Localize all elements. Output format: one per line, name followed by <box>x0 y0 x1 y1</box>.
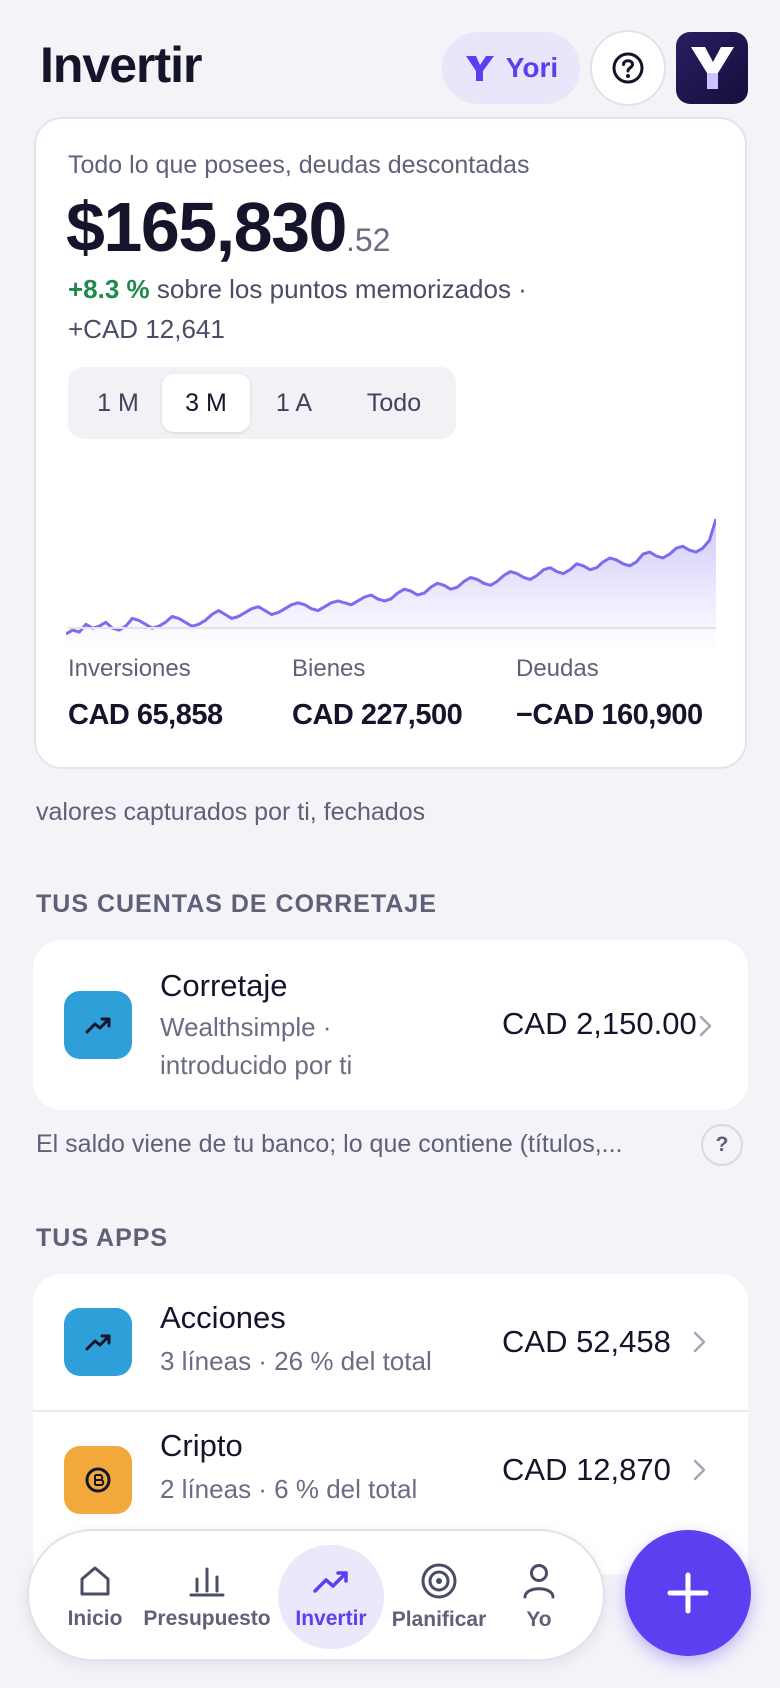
net-worth-amount: $165,830.52 <box>66 187 390 267</box>
net-worth-amount-cents: .52 <box>345 222 391 258</box>
tab-label: Inicio <box>67 1607 123 1630</box>
tab-planificar[interactable]: Planificar <box>387 1545 491 1649</box>
row-subtitle-line1: Wealthsimple · <box>160 1012 332 1042</box>
chart-baseline <box>68 627 716 629</box>
page-title: Invertir <box>40 37 203 93</box>
trending-up-icon <box>313 1571 348 1593</box>
explainer-help-button[interactable]: ? <box>701 1124 743 1166</box>
target-icon <box>421 1563 457 1599</box>
yori-label: Yori <box>505 52 559 83</box>
change-absolute: +CAD 12,641 <box>68 314 225 344</box>
stat-value: −CAD 160,900 <box>516 699 703 731</box>
tab-yo[interactable]: Yo <box>499 1545 579 1649</box>
bar-chart-icon <box>189 1567 225 1597</box>
tab-label: Invertir <box>295 1607 367 1630</box>
add-button[interactable] <box>625 1530 751 1656</box>
chevron-right-icon <box>693 1459 706 1481</box>
yori-logo-icon <box>465 56 494 81</box>
tab-presupuesto[interactable]: Presupuesto <box>143 1545 271 1649</box>
yori-assistant-button[interactable]: Yori <box>442 32 580 104</box>
row-subtitle: 2 líneas · 6 % del total <box>160 1474 418 1504</box>
section-title-brokerage: TUS CUENTAS DE CORRETAJE <box>36 890 437 918</box>
help-circle-icon <box>612 52 644 84</box>
stat-label: Inversiones <box>68 655 191 682</box>
change-percent: +8.3 % <box>68 274 150 304</box>
chevron-right-icon <box>699 1015 712 1037</box>
app-logo-icon <box>691 47 734 89</box>
section-title-apps: TUS APPS <box>36 1224 169 1252</box>
stat-debts: Deudas −CAD 160,900 <box>516 655 703 732</box>
home-icon <box>80 1566 110 1596</box>
capture-note: valores capturados por ti, fechados <box>36 798 426 826</box>
tab-label: Presupuesto <box>143 1607 271 1630</box>
stat-value: CAD 227,500 <box>292 699 463 731</box>
trending-up-icon <box>64 991 132 1059</box>
crypto-coin-icon <box>64 1446 132 1514</box>
app-row-acciones[interactable]: Acciones 3 líneas · 26 % del total CAD 5… <box>33 1274 748 1410</box>
tab-inicio[interactable]: Inicio <box>45 1545 145 1649</box>
stat-label: Bienes <box>292 655 366 682</box>
brokerage-card: Corretaje Wealthsimple · introducido por… <box>33 940 748 1110</box>
header: Invertir Yori <box>0 0 780 116</box>
chart-area <box>66 519 716 649</box>
brokerage-explainer: El saldo viene de tu banco; lo que conti… <box>36 1130 623 1158</box>
range-3m[interactable]: 3 M <box>162 374 250 432</box>
range-selector: 1 M 3 M 1 A Todo <box>68 367 456 439</box>
invest-screen: Invertir Yori Todo lo que posees, deudas… <box>0 0 780 1688</box>
tab-invertir[interactable]: Invertir <box>278 1545 384 1649</box>
row-amount: CAD 12,870 <box>502 1452 671 1487</box>
tab-label: Yo <box>526 1608 552 1631</box>
net-worth-amount-main: $165,830 <box>66 188 347 266</box>
row-subtitle-line2: introducido por ti <box>160 1050 353 1080</box>
row-title: Corretaje <box>160 968 288 1003</box>
stat-assets: Bienes CAD 227,500 <box>292 655 463 732</box>
row-subtitle: Wealthsimple · introducido por ti <box>160 1008 352 1084</box>
row-subtitle: 3 líneas · 26 % del total <box>160 1346 432 1376</box>
net-worth-card: Todo lo que posees, deudas descontadas $… <box>34 117 747 769</box>
row-amount: CAD 52,458 <box>502 1324 671 1359</box>
row-amount: CAD 2,150.00 <box>502 1006 697 1041</box>
row-title: Cripto <box>160 1428 243 1463</box>
range-1a[interactable]: 1 A <box>250 374 338 432</box>
stat-investments: Inversiones CAD 65,858 <box>68 655 223 732</box>
trending-up-icon <box>64 1308 132 1376</box>
change-text: sobre los puntos memorizados · <box>149 274 527 304</box>
tab-label: Planificar <box>391 1608 487 1631</box>
chevron-right-icon <box>693 1331 706 1353</box>
row-title: Acciones <box>160 1300 286 1335</box>
help-button[interactable] <box>590 30 666 106</box>
user-icon <box>523 1564 555 1599</box>
range-1m[interactable]: 1 M <box>74 374 162 432</box>
brokerage-row[interactable]: Corretaje Wealthsimple · introducido por… <box>33 940 748 1110</box>
range-todo[interactable]: Todo <box>338 374 450 432</box>
net-worth-caption: Todo lo que posees, deudas descontadas <box>68 151 530 179</box>
stat-value: CAD 65,858 <box>68 699 223 731</box>
bottom-tab-bar: Inicio Presupuesto Invertir Planificar Y… <box>27 1529 605 1661</box>
stat-label: Deudas <box>516 655 599 682</box>
plus-icon <box>667 1572 709 1614</box>
app-row-cripto[interactable]: Cripto 2 líneas · 6 % del total CAD 12,8… <box>33 1412 748 1548</box>
net-worth-change: +8.3 % sobre los puntos memorizados · +C… <box>68 269 588 349</box>
app-logo[interactable] <box>676 32 748 104</box>
